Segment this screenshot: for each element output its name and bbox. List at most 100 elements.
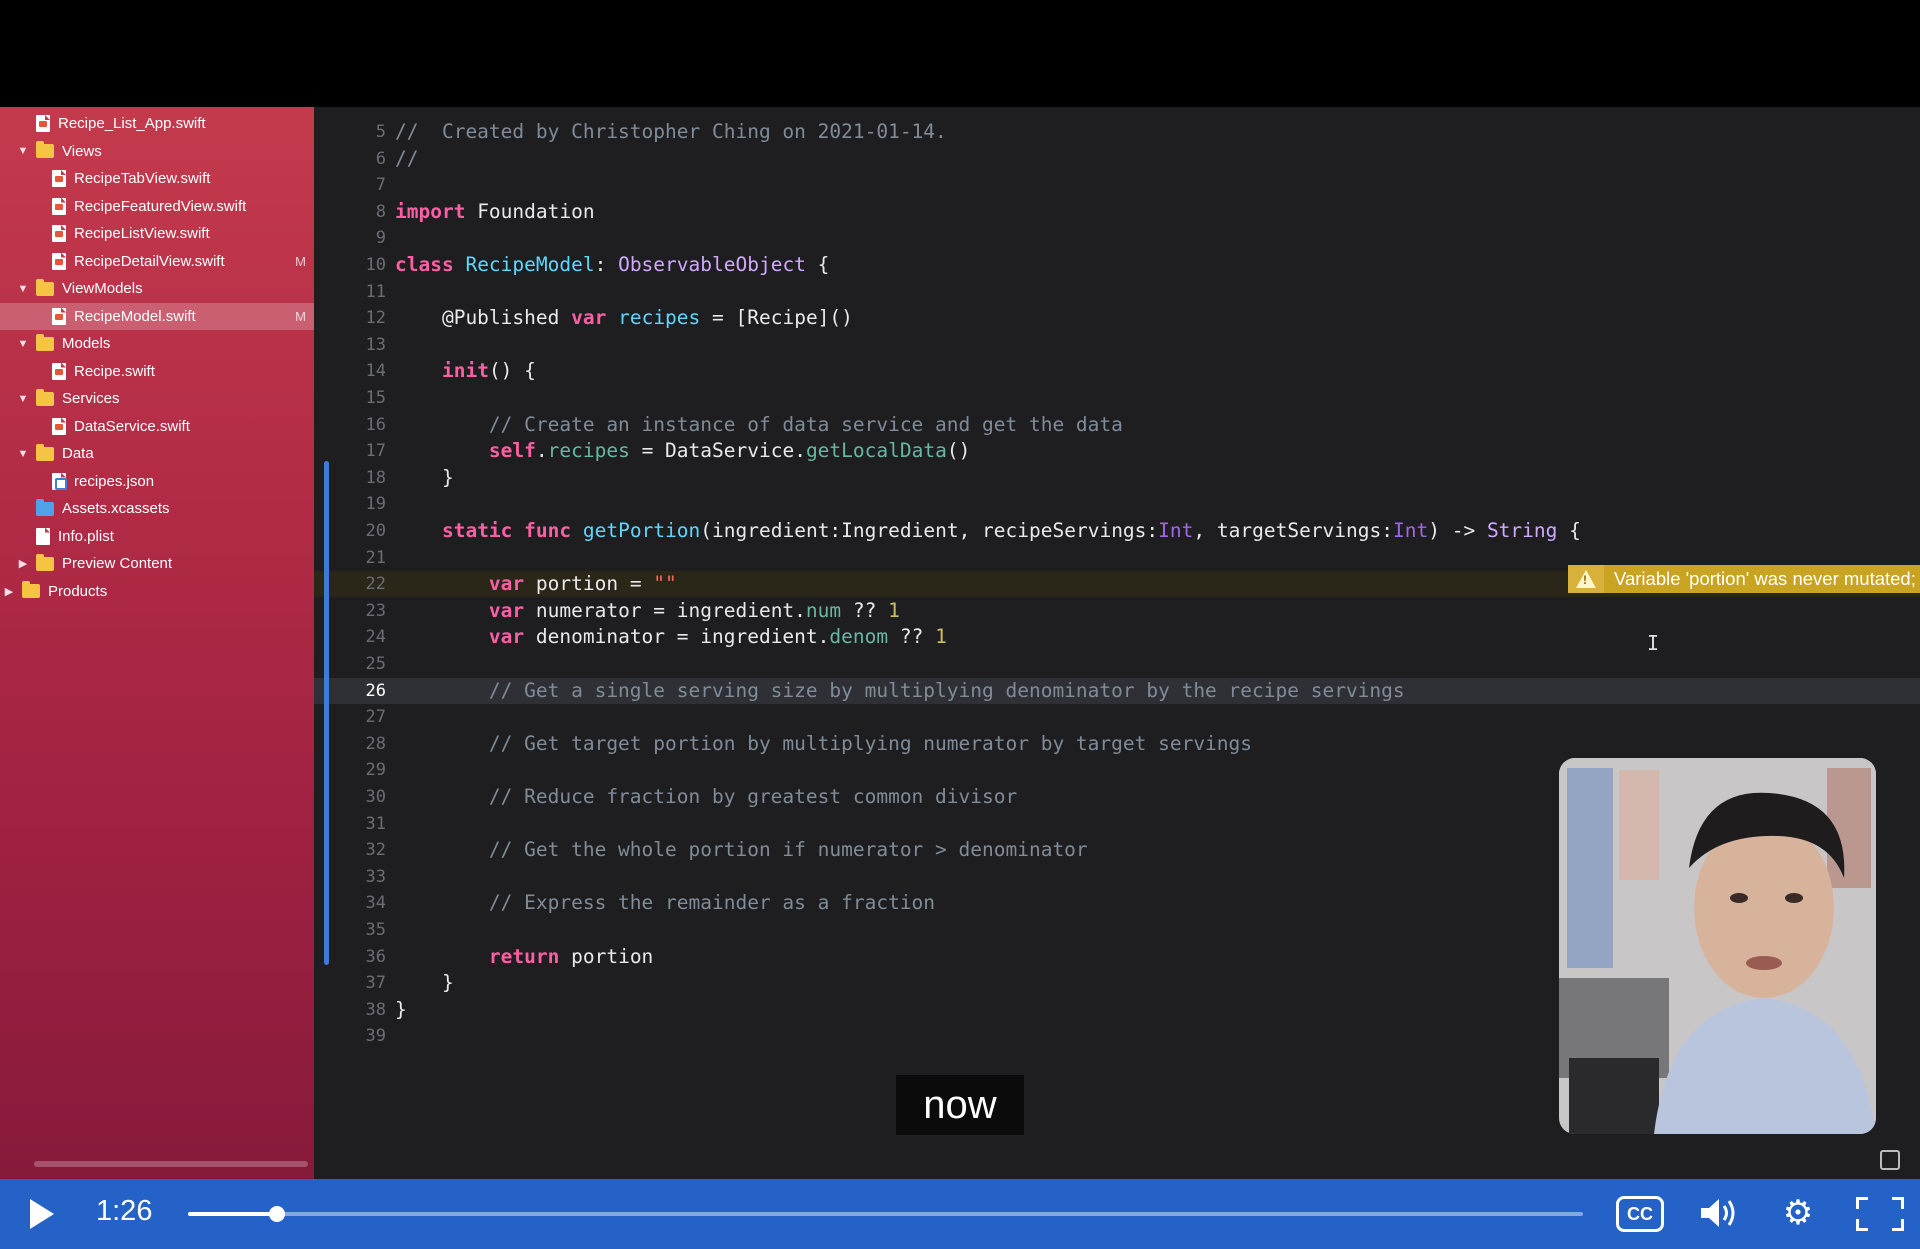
sidebar-item[interactable]: ▼ Models	[0, 330, 314, 357]
video-control-bar: 1:26 CC ⚙	[0, 1179, 1920, 1249]
line-number: 29	[365, 760, 386, 781]
code-token: var	[488, 572, 525, 596]
code-line[interactable]: 15	[314, 385, 1920, 411]
code-line[interactable]: 10 class RecipeModel: ObservableObject {	[314, 252, 1920, 278]
code-text: // Created by Christopher Ching on 2021-…	[395, 119, 947, 145]
code-token: var	[488, 598, 525, 622]
sidebar-item[interactable]: ▼ ViewModels	[0, 275, 314, 302]
code-line[interactable]: 25	[314, 651, 1920, 677]
code-token: class	[395, 253, 454, 276]
line-number: 31	[365, 813, 386, 834]
fullscreen-icon[interactable]	[1856, 1197, 1904, 1231]
code-text: // Get a single serving size by multiply…	[395, 678, 1405, 704]
sidebar-item[interactable]: DataService.swift	[0, 413, 314, 440]
progress-bar[interactable]	[188, 1206, 1583, 1222]
sidebar-item[interactable]: recipes.json	[0, 468, 314, 495]
code-line[interactable]: 12 @Published var recipes = [Recipe]()	[314, 305, 1920, 331]
progress-knob[interactable]	[269, 1206, 286, 1222]
code-line[interactable]: 23 var numerator = ingredient.num ?? 1	[314, 598, 1920, 624]
progress-fill	[188, 1212, 278, 1216]
line-number: 20	[365, 521, 386, 541]
code-token: // Created by Christopher Ching on 2021-…	[395, 120, 947, 143]
sidebar-item-label: Recipe_List_App.swift	[58, 115, 206, 132]
sidebar-item[interactable]: ▶ Preview Content	[0, 550, 314, 577]
sidebar-item[interactable]: Recipe.swift	[0, 358, 314, 385]
play-button[interactable]	[30, 1199, 54, 1229]
line-number: 25	[365, 654, 386, 674]
code-line[interactable]: 8 import Foundation	[314, 199, 1920, 225]
line-number: 30	[365, 787, 386, 807]
warning-triangle-icon	[1568, 565, 1604, 593]
code-line[interactable]: 19	[314, 491, 1920, 517]
code-line[interactable]: 27	[314, 704, 1920, 730]
sidebar-item[interactable]: RecipeListView.swift	[0, 220, 314, 247]
code-line[interactable]: 11	[314, 279, 1920, 305]
current-time: 1:26	[96, 1195, 153, 1227]
code-token: // Get the whole portion if numerator > …	[395, 838, 1088, 862]
line-number: 27	[365, 707, 386, 728]
code-line[interactable]: 28 // Get target portion by multiplying …	[314, 731, 1920, 757]
line-number: 21	[365, 547, 386, 568]
sidebar-item[interactable]: ▼ Data	[0, 440, 314, 467]
code-token: var	[571, 306, 607, 330]
disclosure-open-icon[interactable]: ▼	[16, 145, 30, 157]
code-line[interactable]: 16 // Create an instance of data service…	[314, 412, 1920, 438]
warning-annotation[interactable]: Variable 'portion' was never mutated; co…	[1568, 565, 1920, 593]
disclosure-open-icon[interactable]: ▼	[16, 338, 30, 350]
code-token: recipes	[547, 439, 630, 463]
code-line[interactable]: 5 // Created by Christopher Ching on 2021…	[314, 119, 1920, 145]
sidebar-item[interactable]: RecipeTabView.swift	[0, 165, 314, 192]
code-line[interactable]: 17 self.recipes = DataService.getLocalDa…	[314, 438, 1920, 464]
code-token: @Published	[395, 306, 572, 330]
code-line[interactable]: 7	[314, 172, 1920, 198]
sidebar-item[interactable]: RecipeModel.swift M	[0, 302, 314, 330]
disclosure-open-icon[interactable]: ▼	[16, 448, 30, 460]
code-line[interactable]: 14 init() {	[314, 358, 1920, 384]
code-line[interactable]: 13	[314, 332, 1920, 358]
code-line[interactable]: 26 // Get a single serving size by multi…	[314, 677, 1920, 704]
code-token: // Reduce fraction by greatest common di…	[395, 785, 1018, 808]
closed-captions-button[interactable]: CC	[1616, 1196, 1664, 1232]
disclosure-open-icon[interactable]: ▼	[16, 393, 30, 405]
folder-icon	[36, 553, 54, 571]
code-token: portion =	[524, 572, 654, 596]
sidebar-item[interactable]: Info.plist	[0, 523, 314, 550]
code-line[interactable]: 9	[314, 225, 1920, 251]
sidebar-item[interactable]: RecipeFeaturedView.swift	[0, 193, 314, 220]
line-number: 6	[375, 148, 386, 169]
sidebar-item[interactable]: Assets.xcassets	[0, 495, 314, 522]
disclosure-closed-icon[interactable]: ▶	[16, 557, 30, 570]
code-line[interactable]: 18 }	[314, 465, 1920, 491]
sidebar-item[interactable]: RecipeDetailView.swift M	[0, 248, 314, 275]
sidebar-scrollbar[interactable]	[34, 1161, 308, 1167]
sidebar-item[interactable]: Recipe_List_App.swift	[0, 110, 314, 137]
settings-gear-icon[interactable]: ⚙	[1776, 1193, 1820, 1233]
sidebar-item[interactable]: ▶ Products	[0, 578, 314, 605]
folder-icon	[36, 141, 54, 158]
disclosure-closed-icon[interactable]: ▶	[2, 585, 16, 598]
code-line[interactable]: 24 var denominator = ingredient.denom ??…	[314, 624, 1920, 650]
code-line[interactable]: 6 //	[314, 146, 1920, 172]
line-number: 8	[375, 201, 386, 222]
volume-icon[interactable]	[1697, 1193, 1741, 1233]
screenshot-icon[interactable]	[1880, 1150, 1900, 1170]
code-text: // Get target portion by multiplying num…	[395, 731, 1252, 757]
code-token: ??	[841, 598, 889, 622]
sidebar-item[interactable]: ▼ Services	[0, 385, 314, 412]
swift-file-icon	[52, 225, 66, 242]
sidebar-item-label: Services	[62, 390, 120, 407]
sidebar-item[interactable]: ▼ Views	[0, 138, 314, 165]
code-token: = DataService.	[629, 439, 806, 463]
line-number: 13	[365, 334, 386, 355]
sidebar-item-label: Recipe.swift	[74, 362, 155, 380]
sidebar-item-label: Assets.xcassets	[62, 500, 170, 517]
code-line[interactable]: 20 static func getPortion(ingredient:Ing…	[314, 518, 1920, 544]
disclosure-open-icon[interactable]: ▼	[16, 283, 30, 295]
modified-badge: M	[295, 253, 306, 269]
code-text: @Published var recipes = [Recipe]()	[395, 305, 853, 331]
